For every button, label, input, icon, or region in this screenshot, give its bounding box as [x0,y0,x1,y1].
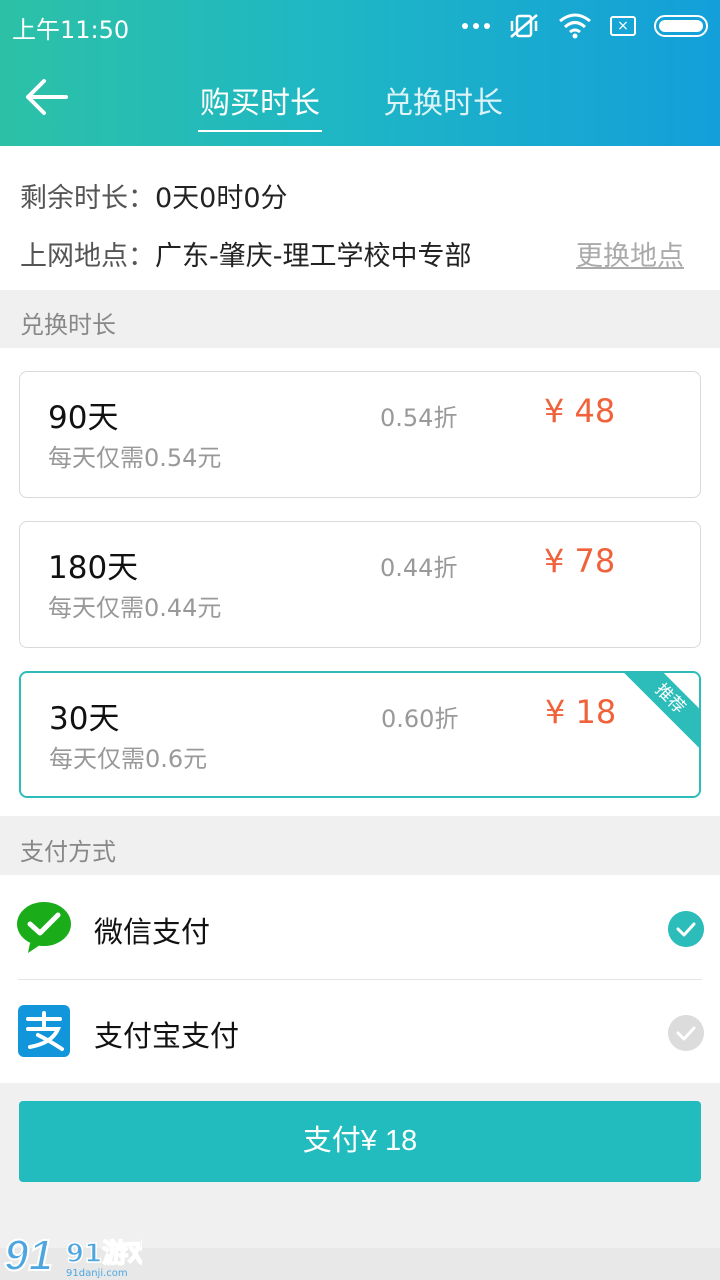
arrow-left-icon[interactable] [22,72,72,122]
plan-card-180[interactable]: 180天 每天仅需0.44元 0.44折 ¥ 78 [19,521,701,648]
plan-daily-price: 每天仅需0.6元 [49,745,208,773]
status-bar: 上午11:50 × [0,0,720,52]
wechat-pay-icon [17,902,71,953]
header: 上午11:50 × 购买时长 兑换时长 [0,0,720,146]
more-dots-icon [462,23,490,29]
alipay-icon [18,1005,70,1057]
wifi-icon [559,13,591,39]
plan-days: 30天 [49,701,120,737]
pay-button[interactable]: 支付¥ 18 [19,1101,701,1182]
location-row: 上网地点：广东-肇庆-理工学校中专部 [20,234,472,273]
watermark-text: 91游戏 [66,1239,142,1269]
status-time: 上午11:50 [12,16,130,44]
battery-icon [654,15,708,37]
location-label: 上网地点： [20,241,155,272]
payment-option-alipay[interactable]: 支付宝支付 [0,979,720,1083]
watermark-sub: 91danji.com [66,1268,128,1279]
status-icons: × [462,10,708,42]
recommended-badge: 推荐 [618,673,699,751]
remaining-time-label: 剩余时长： [20,183,155,214]
payment-methods: 微信支付 支付宝支付 [0,875,720,1083]
plan-price: ¥ 48 [544,392,616,430]
payment-option-wechat[interactable]: 微信支付 [0,875,720,979]
plan-discount: 0.60折 [381,705,459,733]
plan-card-90[interactable]: 90天 每天仅需0.54元 0.54折 ¥ 48 [19,371,701,498]
tab-buy-duration[interactable]: 购买时长 [198,78,322,132]
remaining-time-row: 剩余时长：0天0时0分 [20,176,288,215]
payment-label: 微信支付 [94,915,211,949]
account-info: 剩余时长：0天0时0分 上网地点：广东-肇庆-理工学校中专部 更换地点 [0,146,720,290]
tab-redeem-duration[interactable]: 兑换时长 [383,78,503,122]
check-circle-icon[interactable] [668,1015,704,1051]
location-value: 广东-肇庆-理工学校中专部 [155,241,472,272]
plan-price: ¥ 78 [544,542,616,580]
plan-days: 180天 [48,550,139,586]
plans-section-title: 兑换时长 [20,311,116,339]
plan-daily-price: 每天仅需0.44元 [48,594,222,622]
watermark-logo: 91 91游戏 91danji.com [3,1230,142,1280]
check-circle-icon[interactable] [668,911,704,947]
change-location-link[interactable]: 更换地点 [576,234,684,273]
plan-price: ¥ 18 [545,693,617,731]
plan-discount: 0.54折 [380,404,458,432]
payment-label: 支付宝支付 [94,1019,240,1053]
plan-discount: 0.44折 [380,554,458,582]
payment-section-title: 支付方式 [20,838,116,866]
nav-bar: 购买时长 兑换时长 [0,52,720,146]
sim-x-icon: × [610,16,636,36]
remaining-time-value: 0天0时0分 [155,183,288,214]
plan-daily-price: 每天仅需0.54元 [48,444,222,472]
svg-text:91: 91 [4,1231,53,1280]
plan-days: 90天 [48,400,119,436]
mute-vibrate-icon [510,14,538,38]
plan-card-30[interactable]: 30天 每天仅需0.6元 0.60折 ¥ 18 推荐 [19,671,701,798]
plan-list: 90天 每天仅需0.54元 0.54折 ¥ 48 180天 每天仅需0.44元 … [0,348,720,816]
